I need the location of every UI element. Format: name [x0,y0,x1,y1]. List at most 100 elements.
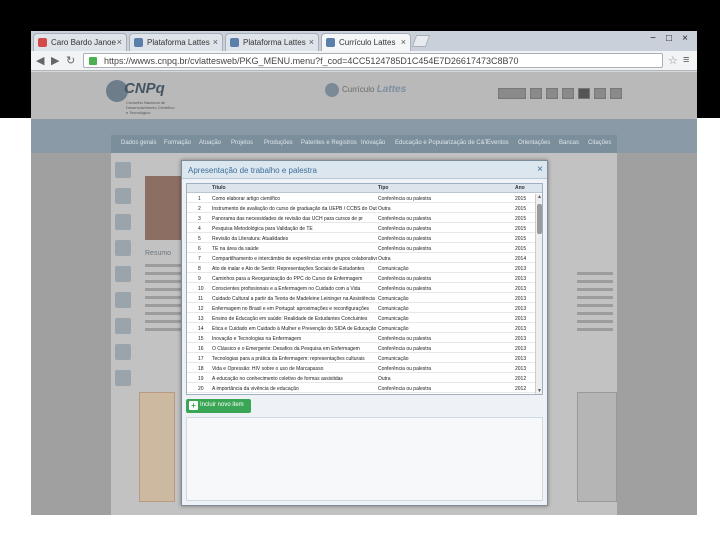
side-tool-icon[interactable] [115,188,131,204]
row-title: Vida e Opressão: HIV sobre o uso de Marc… [212,366,324,372]
table-row[interactable]: 13 Ensino de Educação em saúde: Realidade… [187,314,535,323]
menu-item-formacao[interactable]: Formação [164,140,191,146]
row-year: 2013 [515,366,527,372]
row-number: 4 [198,226,201,232]
row-year: 2015 [515,226,527,232]
row-title: Ética e Cuidado em Cuidado à Mulher e Pr… [212,326,377,332]
tab-close-icon[interactable]: × [401,37,406,47]
row-title: Compartilhamento e intercâmbio de experi… [212,256,377,262]
row-type: Conferência ou palestra [378,226,432,232]
lattes-logo-text: Currículo Lattes [342,84,406,95]
minimize-icon[interactable]: − [645,33,661,44]
row-number: 17 [198,356,204,362]
export-icon[interactable] [546,88,558,99]
side-tool-icon[interactable] [115,266,131,282]
tab-2[interactable]: Plataforma Lattes × [129,33,223,51]
modal-close-icon[interactable]: × [537,164,543,175]
row-number: 16 [198,346,204,352]
table-row[interactable]: 19 A educação no conhecimento coletivo de… [187,374,535,383]
menu-item-dados-gerais[interactable]: Dados gerais [121,140,156,146]
scroll-up-icon[interactable]: ▲ [537,194,542,200]
tab-3[interactable]: Plataforma Lattes × [225,33,319,51]
help-icon[interactable] [562,88,574,99]
table-row[interactable]: 10 Conscientes profissionais e a Enfermag… [187,284,535,293]
table-scrollbar[interactable]: ▲ ▼ [535,194,542,394]
column-header-type[interactable]: Tipo [378,185,388,191]
table-row[interactable]: 17 Tecnologias para a prática da Enfermag… [187,354,535,363]
tab-close-icon[interactable]: × [117,37,122,47]
table-row[interactable]: 9 Caminhos para a Reorganização do PPC do… [187,274,535,283]
tab-close-icon[interactable]: × [213,37,218,47]
bookmark-star-icon[interactable]: ☆ [668,54,678,67]
column-header-title[interactable]: Título [212,185,226,191]
menu-item-projetos[interactable]: Projetos [231,140,253,146]
table-row[interactable]: 14 Ética e Cuidado em Cuidado à Mulher e … [187,324,535,333]
lattes-logo-brand: Lattes [376,84,407,95]
row-title: Enfermagem no Brasil e em Portugal: apro… [212,306,370,312]
scroll-thumb[interactable] [537,204,542,234]
table-row[interactable]: 1 Como elaborar artigo científico Conferên… [187,194,535,203]
table-row[interactable]: 3 Panorama das necessidades de revisão da… [187,214,535,223]
side-tool-icon[interactable] [115,214,131,230]
column-header-year[interactable]: Ano [515,185,525,191]
menu-item-bancas[interactable]: Bancas [559,140,579,146]
side-tool-icon[interactable] [115,162,131,178]
row-year: 2013 [515,306,527,312]
menu-item-patentes[interactable]: Patentes e Registros [301,140,357,146]
table-row[interactable]: 20 A importância da vivência de educação C… [187,384,535,393]
print-icon[interactable] [530,88,542,99]
scroll-down-icon[interactable]: ▼ [537,388,542,394]
menu-item-atuacao[interactable]: Atuação [199,140,221,146]
table-row[interactable]: 5 Revisão da Literatura: Atualidades Confe… [187,234,535,243]
new-tab-button[interactable] [411,35,431,47]
side-tool-icon[interactable] [115,318,131,334]
add-new-item-button[interactable]: + Incluir novo item [186,399,251,413]
table-row[interactable]: 11 Cuidado Cultural a partir da Teoria de… [187,294,535,303]
side-tool-icon[interactable] [115,240,131,256]
table-row[interactable]: 8 Ato de inalar e Ato de Sentir: Represen… [187,264,535,273]
table-row[interactable]: 18 Vida e Opressão: HIV sobre o uso de Ma… [187,364,535,373]
side-tool-icon[interactable] [115,344,131,360]
maximize-icon[interactable]: □ [661,33,677,44]
table-row[interactable]: 16 O Clássico e o Emergente: Desafios da … [187,344,535,353]
reload-icon[interactable]: ↻ [66,54,75,67]
row-type: Conferência ou palestra [378,346,432,352]
row-title: Revisão da Literatura: Atualidades [212,236,289,242]
wrench-menu-icon[interactable]: ≡ [683,54,689,66]
back-arrow-icon[interactable]: ◀ [36,54,44,67]
row-type: Outra [378,256,391,262]
row-year: 2013 [515,276,527,282]
table-row[interactable]: 6 TE na área da saúde Conferência ou pales… [187,244,535,253]
forward-arrow-icon[interactable]: ▶ [51,54,59,67]
table-row[interactable]: 2 Instrumento de avaliação do curso de gr… [187,204,535,213]
tab-1[interactable]: Caro Bardo Janoe × [33,33,127,51]
menu-item-orientacoes[interactable]: Orientações [518,140,550,146]
cnpq-subtitle: Conselho Nacional de Desenvolvimento Cie… [126,100,175,115]
menu-item-educacao[interactable]: Educação e Popularização de C&T [395,140,488,146]
header-toolbar-button-icon[interactable] [498,88,526,99]
side-tool-icon[interactable] [115,292,131,308]
cnpq-logo[interactable]: CNPq Conselho Nacional de Desenvolviment… [106,78,176,115]
table-row[interactable]: 4 Pesquisa Metodológica para Validação de… [187,224,535,233]
tab-close-icon[interactable]: × [309,37,314,47]
text-line-placeholder [145,264,185,267]
table-row[interactable]: 12 Enfermagem no Brasil e em Portugal: ap… [187,304,535,313]
side-tool-icon[interactable] [115,370,131,386]
menu-item-producoes[interactable]: Produções [264,140,293,146]
row-type: Conferência ou palestra [378,276,432,282]
settings-icon[interactable] [594,88,606,99]
menu-item-inovacao[interactable]: Inovação [361,140,385,146]
account-icon[interactable] [578,88,590,99]
lattes-platform-logo: Currículo Lattes [325,82,415,98]
row-title: A educação no conhecimento coletivo de f… [212,376,343,382]
tab-4-active[interactable]: Currículo Lattes × [321,33,411,51]
menu-item-eventos[interactable]: Eventos [487,140,509,146]
logout-icon[interactable] [610,88,622,99]
table-row[interactable]: 7 Compartilhamento e intercâmbio de exper… [187,254,535,263]
url-input[interactable]: https://wwws.cnpq.br/cvlattesweb/PKG_MEN… [83,53,663,68]
main-menu: Dados gerais Formação Atuação Projetos P… [31,119,697,153]
menu-item-citacoes[interactable]: Citações [588,140,611,146]
table-row[interactable]: 15 Inovação e Tecnologias na Enfermagem Co… [187,334,535,343]
close-window-icon[interactable]: × [677,33,693,44]
row-type: Comunicação [378,356,409,362]
